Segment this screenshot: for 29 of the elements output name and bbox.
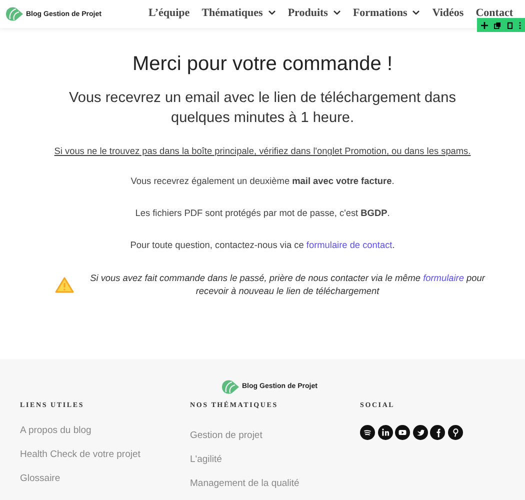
move-icon[interactable]	[481, 22, 488, 28]
caret-icon	[268, 10, 276, 15]
contact-note: Pour toute question, contactez-nous via ce formulaire de contact.	[129, 240, 396, 250]
youtube-icon[interactable]	[395, 424, 410, 440]
nav-link[interactable]: Formations	[352, 6, 420, 18]
linkedin-icon[interactable]	[378, 424, 392, 440]
subtitle: Vous recevrez un email avec le lien de téléchargement dans quelques minutes à 1 heure.	[68, 89, 457, 128]
nav-link[interactable]: Thématiques	[202, 6, 276, 18]
page-title: Merci pour votre commande !	[131, 53, 394, 76]
nav-link[interactable]: L’équipe	[148, 6, 190, 18]
warning-icon	[55, 277, 74, 294]
invoice-note: Vous recevrez également un deuxième mail avec votre facture.	[130, 176, 396, 186]
spotify-icon[interactable]	[360, 424, 375, 440]
logo-icon	[220, 378, 240, 395]
nav-link[interactable]: Contact	[476, 6, 513, 18]
password-note: Les fichiers PDF sont protégés par mot de passe, c'est BGDP.	[134, 208, 391, 218]
notice-text: Si vous ne le trouvez pas dans la boîte principale, vérifiez dans l'onglet Promotion, ou dans les spams.	[53, 146, 472, 156]
duplicate-icon[interactable]	[494, 22, 501, 28]
nav-link[interactable]: Vidéos	[432, 6, 464, 18]
twitter-icon[interactable]	[412, 424, 428, 440]
warning-text: Si vous avez fait commande dans le passé, prière de nous contacter via le même formulaire pour recevoir à nouveau le lien de téléchargement	[89, 272, 486, 298]
contact-form-link[interactable]: formulaire de contact	[306, 240, 392, 250]
caret-icon	[332, 10, 341, 15]
nav-link[interactable]: Produits	[288, 6, 341, 18]
trash-icon[interactable]	[507, 22, 513, 28]
facebook-icon[interactable]	[430, 424, 445, 440]
caret-icon	[412, 10, 420, 15]
form-link[interactable]: formulaire	[423, 273, 464, 284]
logo-icon	[4, 6, 24, 22]
